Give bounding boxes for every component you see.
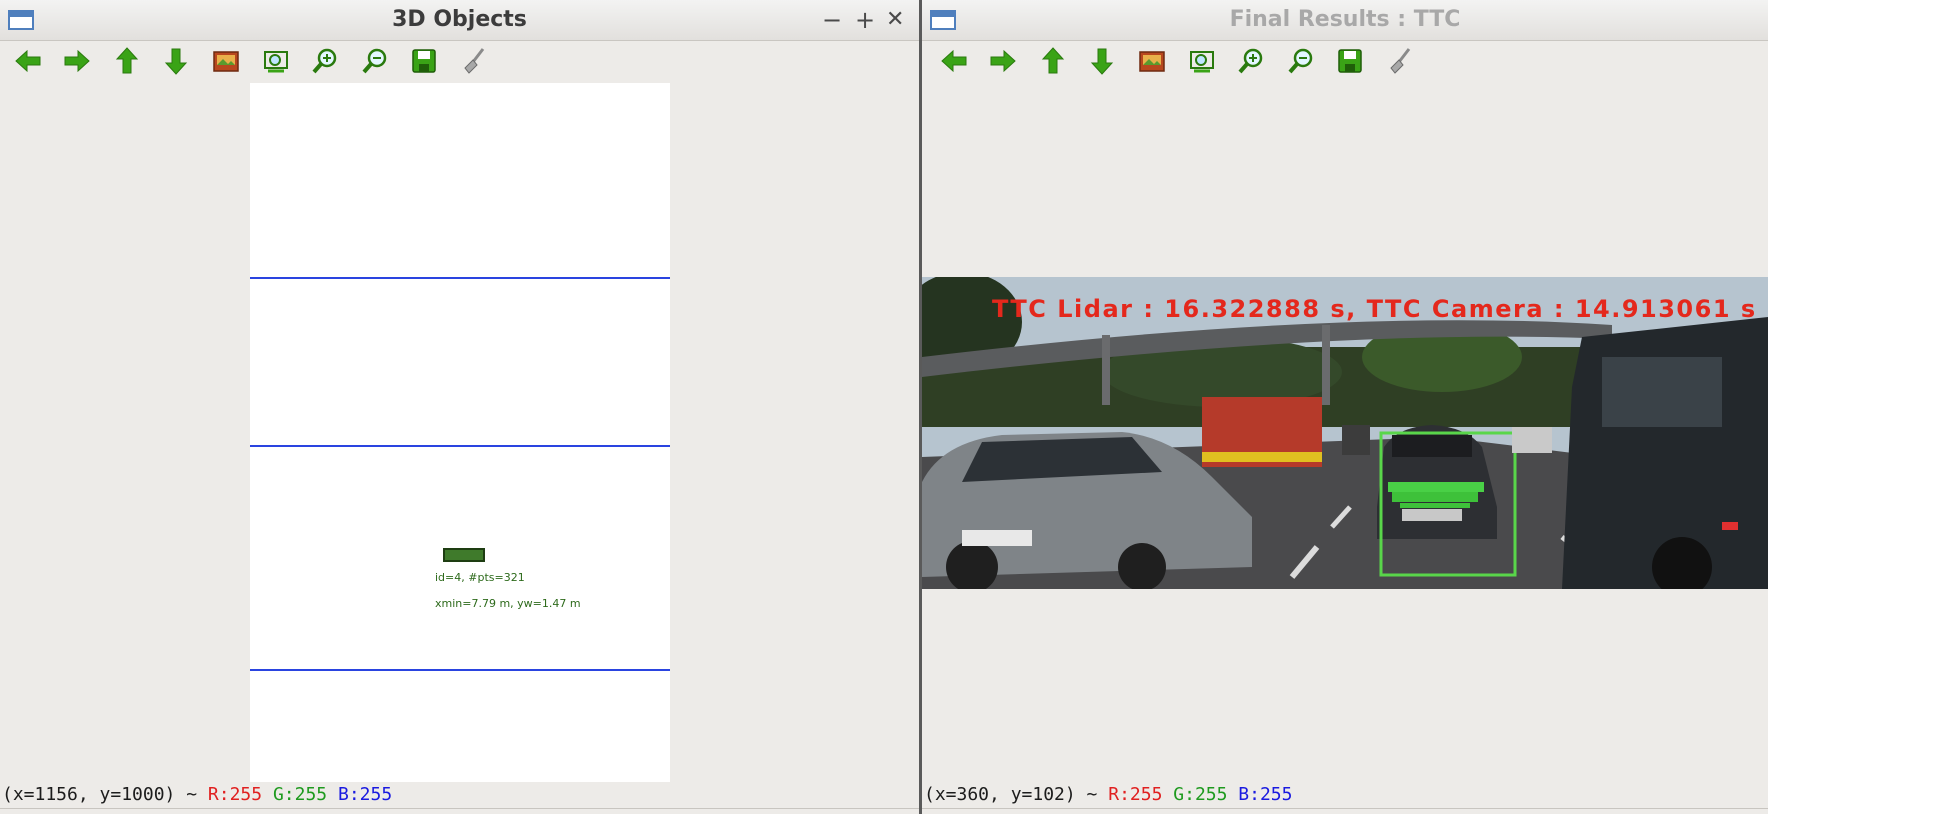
save-icon[interactable] xyxy=(1330,44,1370,78)
window-3d-objects: 3D Objects − + ✕ id=4, #pts=321 xmin=7.7… xyxy=(0,0,922,814)
zoom-in-icon[interactable] xyxy=(305,44,345,78)
status-coords: (x=360, y=102) ~ xyxy=(924,784,1098,805)
clear-brush-icon[interactable] xyxy=(454,44,494,78)
arrow-left-icon[interactable] xyxy=(8,44,48,78)
status-divider xyxy=(922,808,1768,809)
status-divider xyxy=(0,808,919,809)
title-bar[interactable]: 3D Objects − + ✕ xyxy=(0,0,919,41)
arrow-up-icon[interactable] xyxy=(1033,44,1073,78)
arrow-right-icon[interactable] xyxy=(57,44,97,78)
birds-eye-view-canvas[interactable]: id=4, #pts=321 xmin=7.79 m, yw=1.47 m xyxy=(250,83,670,782)
status-bar: (x=1156, y=1000) ~ R:255 G:255 B:255 xyxy=(2,784,392,805)
arrow-up-icon[interactable] xyxy=(107,44,147,78)
traffic-scene xyxy=(922,277,1768,589)
window-title: 3D Objects xyxy=(392,7,527,32)
save-icon[interactable] xyxy=(404,44,444,78)
distance-marker-line xyxy=(250,277,670,279)
status-blue: B:255 xyxy=(337,784,393,805)
minimize-button[interactable]: − xyxy=(822,6,842,34)
arrow-left-icon[interactable] xyxy=(934,44,974,78)
status-green: G:255 xyxy=(1173,784,1228,805)
arrow-right-icon[interactable] xyxy=(983,44,1023,78)
ttc-result-label: TTC Lidar : 16.322888 s, TTC Camera : 14… xyxy=(992,295,1757,323)
object-id-label: id=4, #pts=321 xyxy=(435,571,525,584)
title-bar[interactable]: Final Results : TTC xyxy=(922,0,1768,41)
zoom-out-icon[interactable] xyxy=(355,44,395,78)
status-red: R:255 xyxy=(207,784,263,805)
window-title: Final Results : TTC xyxy=(1229,7,1461,32)
status-coords: (x=1156, y=1000) ~ xyxy=(2,784,198,805)
lidar-object-box xyxy=(443,548,485,562)
arrow-down-icon[interactable] xyxy=(156,44,196,78)
arrow-down-icon[interactable] xyxy=(1082,44,1122,78)
window-final-results: Final Results : TTC TTC Lidar: 16.32288… xyxy=(922,0,1768,814)
distance-marker-line xyxy=(250,669,670,671)
status-blue: B:255 xyxy=(1238,784,1293,805)
zoom-fit-icon[interactable] xyxy=(1182,44,1222,78)
object-distance-label: xmin=7.79 m, yw=1.47 m xyxy=(435,597,581,610)
status-bar: (x=360, y=102) ~ R:255 G:255 B:255 xyxy=(924,784,1292,805)
camera-image[interactable]: TTC Lidar : 16.322888 s, TTC Camera : 14… xyxy=(922,277,1768,589)
zoom-fit-icon[interactable] xyxy=(256,44,296,78)
image-icon[interactable] xyxy=(1132,44,1172,78)
toolbar xyxy=(922,44,1768,80)
zoom-out-icon[interactable] xyxy=(1281,44,1321,78)
maximize-button[interactable]: + xyxy=(855,6,875,34)
toolbar xyxy=(0,44,919,80)
distance-marker-line xyxy=(250,445,670,447)
close-button[interactable]: ✕ xyxy=(886,6,904,34)
status-green: G:255 xyxy=(272,784,328,805)
zoom-in-icon[interactable] xyxy=(1231,44,1271,78)
clear-brush-icon[interactable] xyxy=(1380,44,1420,78)
image-icon[interactable] xyxy=(206,44,246,78)
status-red: R:255 xyxy=(1108,784,1163,805)
